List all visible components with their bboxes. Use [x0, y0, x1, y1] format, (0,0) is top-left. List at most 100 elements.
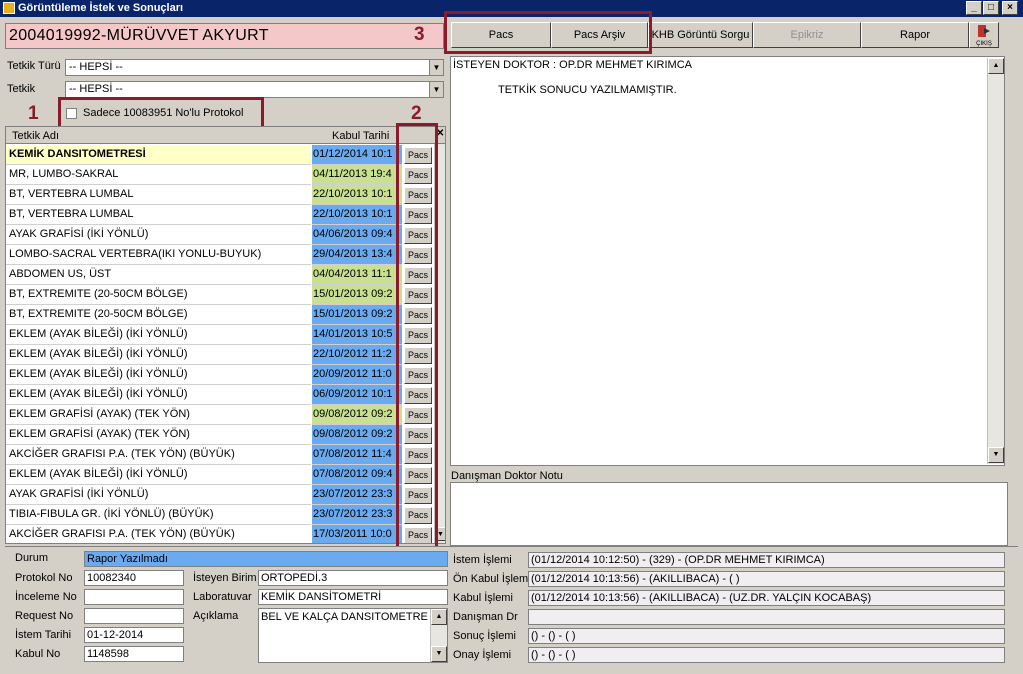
tetkik-name-cell: BT, VERTEBRA LUMBAL: [6, 205, 311, 225]
table-row[interactable]: EKLEM GRAFİSİ (AYAK) (TEK YÖN) 09/08/2012…: [6, 425, 432, 445]
kabul-date-cell: 20/09/2012 11:0: [312, 365, 402, 385]
epikriz-button[interactable]: Epikriz: [753, 22, 861, 48]
scroll-up-icon[interactable]: ▲: [431, 609, 447, 625]
kabul-date-cell: 14/01/2013 10:5: [312, 325, 402, 345]
table-row[interactable]: MR, LUMBO-SAKRAL 04/11/2013 19:4 Pacs: [6, 165, 432, 185]
table-row[interactable]: AYAK GRAFİSİ (İKİ YÖNLÜ) 04/06/2013 09:4 P…: [6, 225, 432, 245]
table-row[interactable]: EKLEM (AYAK BİLEĞİ) (İKİ YÖNLÜ) 14/01/201…: [6, 325, 432, 345]
inceleme-label: İnceleme No: [15, 591, 77, 603]
kabul-date-cell: 09/08/2012 09:2: [312, 425, 402, 445]
tetkik-turu-value: -- HEPSİ --: [69, 61, 123, 73]
table-row[interactable]: EKLEM GRAFİSİ (AYAK) (TEK YÖN) 09/08/2012…: [6, 405, 432, 425]
onay-islemi-label: Onay İşlemi: [453, 649, 512, 661]
tetkik-name-cell: LOMBO-SACRAL VERTEBRA(IKI YONLU-BUYUK): [6, 245, 311, 265]
inceleme-field: [84, 589, 184, 605]
tetkik-label: Tetkik: [7, 83, 36, 95]
aciklama-scrollbar[interactable]: ▲ ▼: [430, 609, 447, 662]
table-row[interactable]: LOMBO-SACRAL VERTEBRA(IKI YONLU-BUYUK) 29…: [6, 245, 432, 265]
tetkik-select[interactable]: -- HEPSİ -- ▼: [65, 81, 444, 98]
table-row[interactable]: EKLEM (AYAK BİLEĞİ) (İKİ YÖNLÜ) 06/09/201…: [6, 385, 432, 405]
kabul-date-cell: 06/09/2012 10:1: [312, 385, 402, 405]
tetkik-name-cell: EKLEM GRAFİSİ (AYAK) (TEK YÖN): [6, 425, 311, 445]
cikis-button[interactable]: ÇIKIŞ: [969, 22, 999, 48]
scroll-down-icon[interactable]: ▼: [431, 646, 447, 662]
table-row[interactable]: EKLEM (AYAK BİLEĞİ) (İKİ YÖNLÜ) 07/08/201…: [6, 465, 432, 485]
annotation-number-2: 2: [411, 103, 422, 124]
laboratuvar-label: Laboratuvar: [193, 591, 252, 603]
table-row[interactable]: AKCİĞER GRAFISI P.A. (TEK YÖN) (BÜYÜK) 17…: [6, 525, 432, 543]
on-kabul-label: Ön Kabul İşlemi: [453, 573, 531, 585]
app-icon: [3, 2, 15, 14]
kabul-no-field: 1148598: [84, 646, 184, 662]
kabul-date-cell: 15/01/2013 09:2: [312, 305, 402, 325]
isteyen-birim-field: ORTOPEDİ.3: [258, 570, 448, 586]
patient-header: 2004019992-MÜRÜVVET AKYURT: [5, 23, 444, 49]
rapor-button[interactable]: Rapor: [861, 22, 969, 48]
maximize-button[interactable]: □: [983, 1, 999, 15]
aciklama-field[interactable]: BEL VE KALÇA DANSITOMETRE ▲ ▼: [258, 608, 448, 663]
protokol-field: 10082340: [84, 570, 184, 586]
onay-islemi-field: () - () - ( ): [528, 647, 1005, 663]
kabul-date-cell: 17/03/2011 10:0: [312, 525, 402, 543]
table-row[interactable]: BT, VERTEBRA LUMBAL 22/10/2013 10:1 Pacs: [6, 185, 432, 205]
table-row[interactable]: AKCİĞER GRAFISI P.A. (TEK YÖN) (BÜYÜK) 07…: [6, 445, 432, 465]
kabul-date-cell: 04/11/2013 19:4: [312, 165, 402, 185]
kabul-no-label: Kabul No: [15, 648, 61, 660]
tetkik-value: -- HEPSİ --: [69, 83, 123, 95]
report-result-line: TETKİK SONUCU YAZILMAMIŞTIR.: [498, 84, 677, 96]
table-row[interactable]: BT, EXTREMITE (20-50CM BÖLGE) 15/01/2013 …: [6, 285, 432, 305]
table-row[interactable]: TIBIA-FIBULA GR. (İKİ YÖNLÜ) (BÜYÜK) 23/0…: [6, 505, 432, 525]
close-button[interactable]: ×: [1002, 1, 1018, 15]
tetkik-name-cell: EKLEM (AYAK BİLEĞİ) (İKİ YÖNLÜ): [6, 325, 311, 345]
request-field: [84, 608, 184, 624]
tetkik-name-cell: BT, VERTEBRA LUMBAL: [6, 185, 311, 205]
col-kabul-tarihi: Kabul Tarihi: [332, 130, 390, 142]
table-row[interactable]: BT, VERTEBRA LUMBAL 22/10/2013 10:1 Pacs: [6, 205, 432, 225]
tetkik-name-cell: BT, EXTREMITE (20-50CM BÖLGE): [6, 305, 311, 325]
minimize-button[interactable]: _: [966, 1, 982, 15]
protocol-only-label: Sadece 10083951 No'lu Protokol: [83, 107, 244, 119]
kabul-islemi-field: (01/12/2014 10:13:56) - (AKILLIBACA) - (…: [528, 590, 1005, 606]
annotation-box-3: [444, 11, 652, 54]
kabul-islemi-label: Kabul İşlemi: [453, 592, 513, 604]
tetkik-turu-select[interactable]: -- HEPSİ -- ▼: [65, 59, 444, 76]
durum-field: Rapor Yazılmadı: [84, 551, 448, 567]
tetkik-grid: Tetkik Adı Kabul Tarihi ✕ KEMİK DANSITOM…: [5, 126, 446, 544]
tetkik-name-cell: EKLEM GRAFİSİ (AYAK) (TEK YÖN): [6, 405, 311, 425]
scroll-up-icon[interactable]: ▲: [988, 58, 1004, 74]
consultant-note-label: Danışman Doktor Notu: [451, 470, 563, 482]
report-scrollbar[interactable]: ▲ ▼: [987, 58, 1004, 464]
aciklama-value: BEL VE KALÇA DANSITOMETRE: [261, 611, 428, 623]
protocol-only-checkbox[interactable]: [66, 108, 77, 119]
isteyen-birim-label: İsteyen Birim: [193, 572, 257, 584]
grid-header: Tetkik Adı Kabul Tarihi ✕: [6, 127, 445, 144]
kabul-date-cell: 07/08/2012 11:4: [312, 445, 402, 465]
table-row[interactable]: EKLEM (AYAK BİLEĞİ) (İKİ YÖNLÜ) 22/10/201…: [6, 345, 432, 365]
table-row[interactable]: KEMİK DANSITOMETRESİ 01/12/2014 10:1 Pacs: [6, 145, 432, 165]
tetkik-name-cell: AKCİĞER GRAFISI P.A. (TEK YÖN) (BÜYÜK): [6, 445, 311, 465]
protokol-label: Protokol No: [15, 572, 73, 584]
request-label: Request No: [15, 610, 74, 622]
annotation-box-2: [396, 123, 438, 551]
scroll-down-icon[interactable]: ▼: [988, 447, 1004, 463]
durum-label: Durum: [15, 552, 49, 564]
kabul-date-cell: 01/12/2014 10:1: [312, 145, 402, 165]
annotation-number-3: 3: [414, 24, 425, 45]
khb-goruntu-sorgu-button[interactable]: KHB Görüntü Sorgu: [648, 22, 753, 48]
kabul-date-cell: 04/04/2013 11:1: [312, 265, 402, 285]
chevron-down-icon: ▼: [429, 82, 443, 97]
table-row[interactable]: EKLEM (AYAK BİLEĞİ) (İKİ YÖNLÜ) 20/09/201…: [6, 365, 432, 385]
kabul-date-cell: 22/10/2012 11:2: [312, 345, 402, 365]
table-row[interactable]: AYAK GRAFİSİ (İKİ YÖNLÜ) 23/07/2012 23:3 P…: [6, 485, 432, 505]
laboratuvar-field: KEMİK DANSİTOMETRİ: [258, 589, 448, 605]
tetkik-name-cell: AKCİĞER GRAFISI P.A. (TEK YÖN) (BÜYÜK): [6, 525, 311, 543]
cikis-label: ÇIKIŞ: [976, 41, 992, 47]
kabul-date-cell: 07/08/2012 09:4: [312, 465, 402, 485]
consultant-note-field[interactable]: [450, 482, 1008, 546]
kabul-date-cell: 22/10/2013 10:1: [312, 205, 402, 225]
report-panel: İSTEYEN DOKTOR : OP.DR MEHMET KIRIMCA TE…: [450, 56, 1005, 466]
window-title: Görüntüleme İstek ve Sonuçları: [18, 2, 184, 14]
kabul-date-cell: 23/07/2012 23:3: [312, 505, 402, 525]
table-row[interactable]: ABDOMEN US, ÜST 04/04/2013 11:1 Pacs: [6, 265, 432, 285]
table-row[interactable]: BT, EXTREMITE (20-50CM BÖLGE) 15/01/2013 …: [6, 305, 432, 325]
